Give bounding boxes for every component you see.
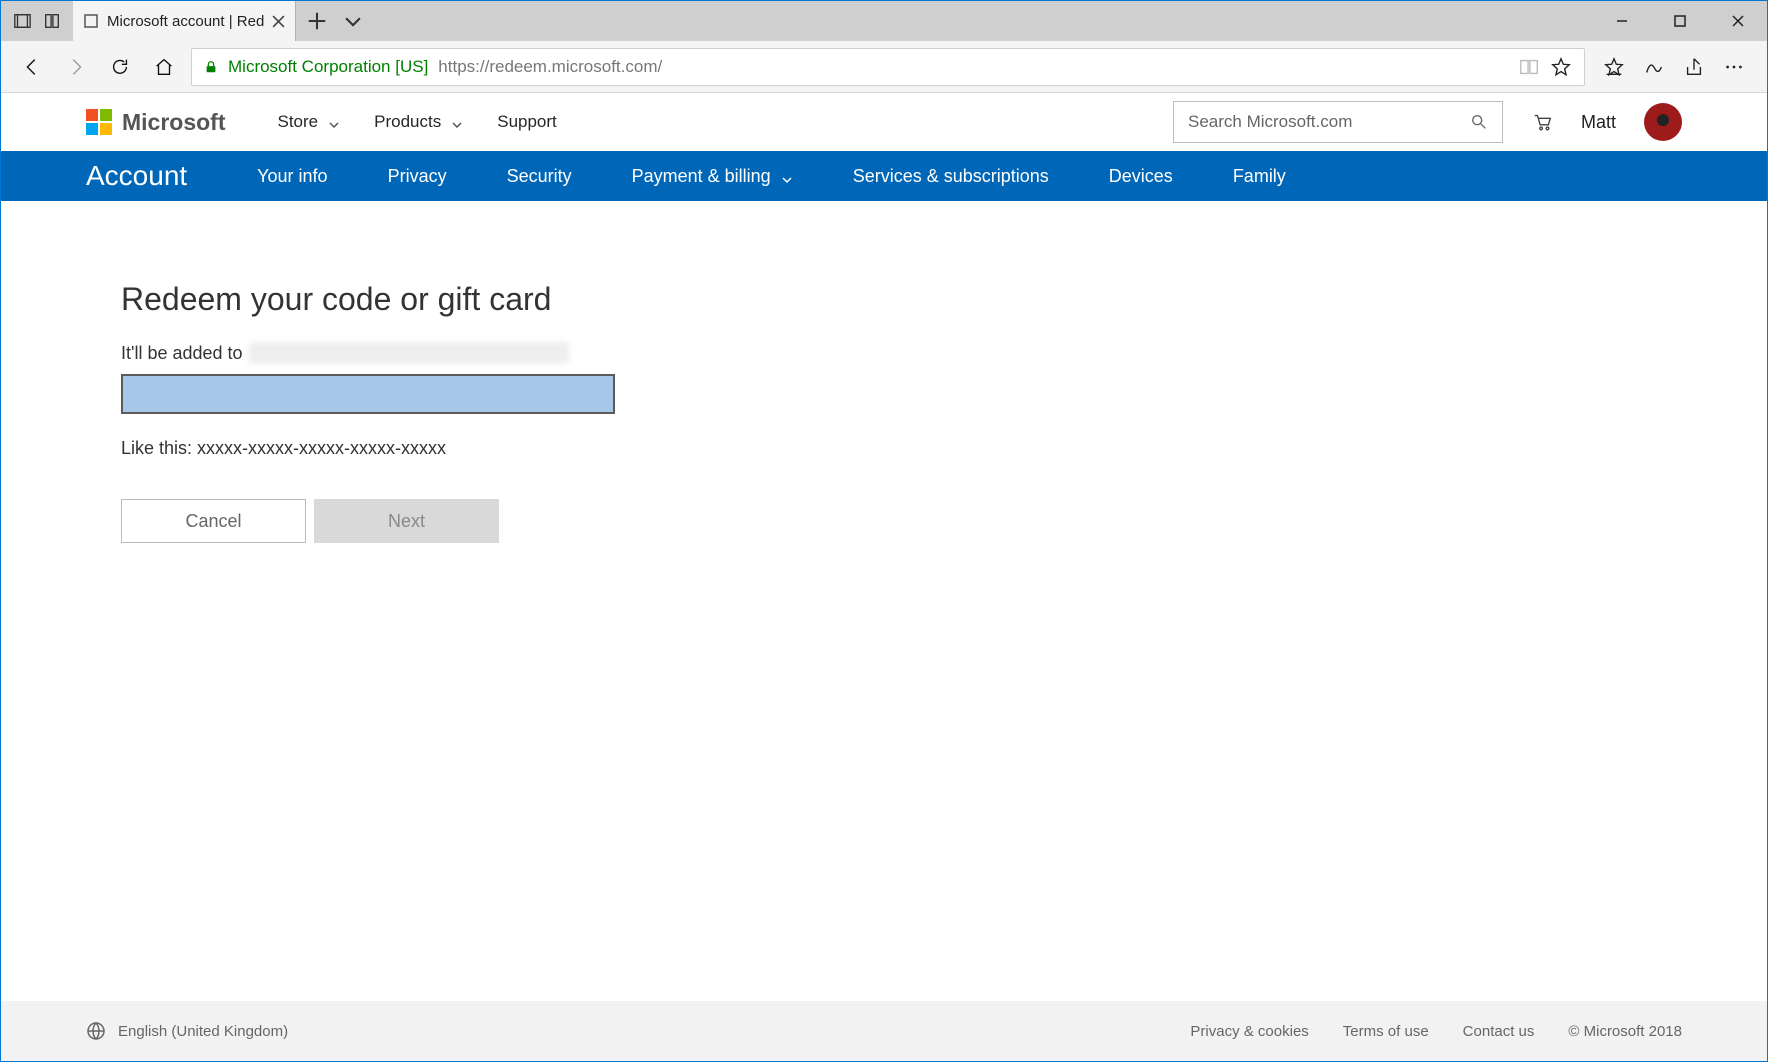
redeem-region: Redeem your code or gift card It'll be a… [1, 201, 1767, 1001]
tab-close-icon[interactable] [272, 15, 285, 28]
reading-view-icon[interactable] [1518, 56, 1540, 78]
ev-cert-label: Microsoft Corporation [US] [228, 57, 428, 77]
subnav-brand[interactable]: Account [86, 160, 187, 192]
tab-aside-icon[interactable] [13, 12, 31, 30]
share-icon[interactable] [1683, 56, 1705, 78]
back-button[interactable] [15, 50, 49, 84]
code-format-hint: Like this: xxxxx-xxxxx-xxxxx-xxxxx-xxxxx [121, 438, 1647, 459]
chevron-down-icon [781, 170, 793, 182]
globe-icon [86, 1021, 106, 1041]
microsoft-logo-icon [86, 109, 112, 135]
site-search-input[interactable]: Search Microsoft.com [1173, 101, 1503, 143]
window-controls [1593, 1, 1767, 41]
tabbar-actions [296, 1, 374, 41]
ms-topnav: Microsoft Store Products Support Search … [1, 93, 1767, 151]
browser-addressbar: Microsoft Corporation [US] https://redee… [1, 41, 1767, 93]
microsoft-logo[interactable]: Microsoft [86, 109, 226, 136]
browser-window: Microsoft account | Red Microsoft Corpor… [0, 0, 1768, 1062]
next-button: Next [314, 499, 499, 543]
search-icon [1470, 113, 1488, 131]
footer-language[interactable]: English (United Kingdom) [86, 1021, 288, 1041]
microsoft-logo-text: Microsoft [122, 109, 226, 136]
page-content: Microsoft Store Products Support Search … [1, 93, 1767, 1061]
subnav-family[interactable]: Family [1233, 166, 1286, 187]
tab-menu-chevron-icon[interactable] [342, 10, 364, 32]
browser-right-toolbar [1595, 56, 1753, 78]
nav-support[interactable]: Support [497, 106, 557, 138]
nav-store[interactable]: Store [278, 106, 341, 138]
subnav-security[interactable]: Security [507, 166, 572, 187]
tabbar-left-controls [1, 1, 73, 41]
chevron-down-icon [328, 116, 340, 128]
more-menu-icon[interactable] [1723, 56, 1745, 78]
subnav-payment[interactable]: Payment & billing [632, 166, 793, 187]
browser-tab-active[interactable]: Microsoft account | Red [73, 1, 296, 41]
nav-products[interactable]: Products [374, 106, 463, 138]
tab-preview-icon[interactable] [43, 12, 61, 30]
subnav-devices[interactable]: Devices [1109, 166, 1173, 187]
added-to-prefix: It'll be added to [121, 343, 243, 364]
new-tab-button[interactable] [306, 10, 328, 32]
notes-icon[interactable] [1643, 56, 1665, 78]
subnav-your-info[interactable]: Your info [257, 166, 327, 187]
added-to-line: It'll be added to [121, 342, 1647, 364]
address-field[interactable]: Microsoft Corporation [US] https://redee… [191, 48, 1585, 86]
cart-icon[interactable] [1531, 111, 1553, 133]
account-subnav: Account Your info Privacy Security Payme… [1, 151, 1767, 201]
favorite-star-icon[interactable] [1550, 56, 1572, 78]
home-button[interactable] [147, 50, 181, 84]
account-email-redacted [249, 342, 569, 364]
browser-tabbar: Microsoft account | Red [1, 1, 1767, 41]
page-footer: English (United Kingdom) Privacy & cooki… [1, 1001, 1767, 1061]
subnav-privacy[interactable]: Privacy [388, 166, 447, 187]
address-inline-actions [1518, 56, 1572, 78]
refresh-button[interactable] [103, 50, 137, 84]
chevron-down-icon [451, 116, 463, 128]
page-title: Redeem your code or gift card [121, 281, 1647, 318]
url-text: https://redeem.microsoft.com/ [438, 57, 662, 77]
subnav-services[interactable]: Services & subscriptions [853, 166, 1049, 187]
footer-copyright: © Microsoft 2018 [1568, 1023, 1682, 1040]
window-maximize-button[interactable] [1651, 1, 1709, 41]
page-icon [83, 13, 99, 29]
avatar[interactable] [1644, 103, 1682, 141]
window-close-button[interactable] [1709, 1, 1767, 41]
footer-contact-link[interactable]: Contact us [1463, 1023, 1535, 1040]
footer-language-label: English (United Kingdom) [118, 1023, 288, 1040]
forward-button [59, 50, 93, 84]
cancel-button[interactable]: Cancel [121, 499, 306, 543]
code-input[interactable] [121, 374, 615, 414]
favorites-hub-icon[interactable] [1603, 56, 1625, 78]
tab-title: Microsoft account | Red [107, 13, 264, 30]
lock-icon [204, 60, 218, 74]
window-minimize-button[interactable] [1593, 1, 1651, 41]
footer-privacy-link[interactable]: Privacy & cookies [1190, 1023, 1308, 1040]
username-label[interactable]: Matt [1581, 112, 1616, 133]
footer-terms-link[interactable]: Terms of use [1343, 1023, 1429, 1040]
site-search-placeholder: Search Microsoft.com [1188, 112, 1352, 132]
